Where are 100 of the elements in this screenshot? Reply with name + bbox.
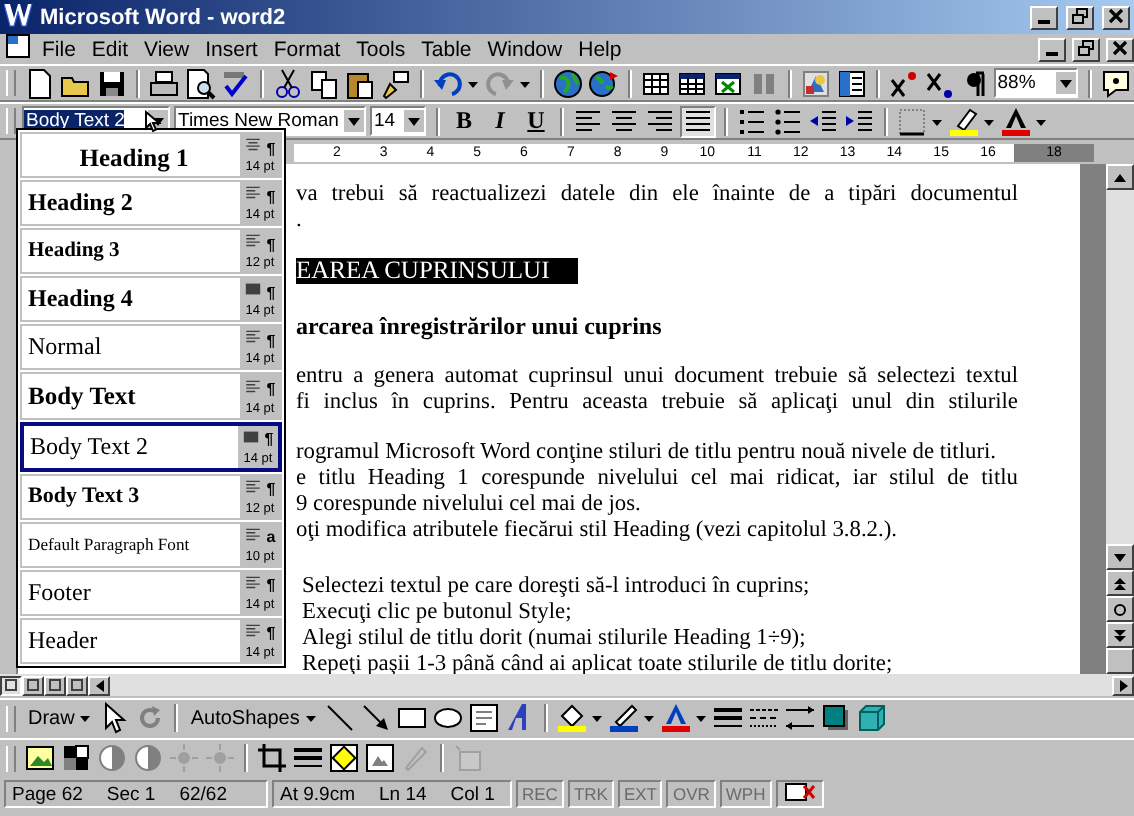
text-box-button[interactable] [467,702,500,734]
menu-item[interactable]: Window [481,37,569,61]
print-button[interactable] [147,67,180,99]
minimize-icon [1046,51,1058,55]
draw-menu-button[interactable]: Draw [22,702,97,734]
format-painter-button[interactable] [379,67,412,99]
fill-color-button[interactable] [555,702,604,734]
menu-item[interactable]: Help [572,37,628,61]
list-item-text: Alegi stilul de titlu dorit (numai stilurile Heading 1÷9); [302,626,808,652]
text-line: oţi modifica atributele fiecărui stil Heading (vezi capitolul 3.8.2.). [296,518,899,544]
border-button[interactable] [896,105,944,137]
document-minimize-button[interactable] [1038,37,1066,61]
shadow-button[interactable] [819,702,852,734]
undo-button[interactable] [431,67,480,99]
document-restore-button[interactable] [1072,37,1100,61]
style-name: Body Text [26,379,138,414]
font-color-button[interactable] [1000,105,1048,137]
more-contrast-button[interactable] [96,742,128,774]
vertical-scrollbar[interactable] [1106,164,1134,674]
oval-button[interactable] [431,702,464,734]
print-preview-button[interactable] [183,67,216,99]
format-picture-button[interactable] [364,742,396,774]
web-layout-button[interactable] [22,675,44,695]
arrow-style-button[interactable] [783,702,816,734]
numbering-button[interactable] [736,105,768,137]
menu-item[interactable]: Tools [350,37,412,61]
menu-item[interactable]: File [36,37,82,61]
help-button[interactable] [1100,67,1132,99]
new-document-button[interactable] [23,67,56,99]
align-left-button[interactable] [572,105,604,137]
text-line: rogramul Microsoft Word conţine stiluri de titlu pentru nouă nivele de titluri. [296,440,999,466]
crop-button[interactable] [256,742,288,774]
restore-button[interactable] [1066,5,1094,29]
style-name: Heading 2 [26,186,135,221]
text-wrapping-button[interactable] [328,742,360,774]
minimize-button[interactable] [1030,5,1058,29]
style-name: Heading 3 [26,238,122,267]
subscript-button[interactable] [923,67,956,99]
highlight-button[interactable] [948,105,996,137]
style-name: Body Text 3 [26,482,142,513]
superscript-button[interactable] [887,67,920,99]
insert-picture-button[interactable] [24,742,56,774]
document-close-button[interactable] [1106,37,1134,61]
tables-and-borders-button[interactable] [639,67,672,99]
font-color-button[interactable] [659,702,708,734]
outline-view-button[interactable] [66,675,88,695]
decrease-indent-button[interactable] [808,105,840,137]
style-type-mark: ¶ [264,430,274,449]
paste-button[interactable] [343,67,376,99]
menu-item[interactable]: View [138,37,196,61]
caret-icon [80,713,91,723]
copy-button[interactable] [307,67,340,99]
style-name: Normal [26,330,104,365]
image-control-button[interactable] [60,742,92,774]
menu-item[interactable]: Table [415,37,478,61]
print-layout-button[interactable] [44,675,66,695]
insert-worksheet-button[interactable] [711,67,744,99]
spelling-button[interactable] [219,67,252,99]
line-color-button[interactable] [607,702,656,734]
arrow-button[interactable] [359,702,392,734]
list-item-text: Execuţi clic pe butonul Style; [302,600,574,626]
list-item-text: Selectezi textul pe care doreşti să-l introduci în cuprins; [302,574,812,600]
menu-item[interactable]: Format [267,37,347,61]
transparent-color-button[interactable] [400,742,432,774]
underline-button[interactable]: U [520,105,552,137]
close-icon [1108,7,1124,23]
close-button[interactable] [1102,5,1130,29]
drawing-button[interactable] [799,67,832,99]
bullets-button[interactable] [772,105,804,137]
line-button[interactable] [323,702,356,734]
zoom-dropdown[interactable]: 88% [993,68,1078,98]
align-center-button[interactable] [608,105,640,137]
insert-table-button[interactable] [675,67,708,99]
horizontal-scrollbar[interactable] [88,675,1134,695]
window-title: Microsoft Word - word2 [40,5,288,29]
three-d-button[interactable] [855,702,888,734]
text-line: entru a genera automat cuprinsul unui document trebuie să selectezi textul [296,364,1018,390]
circle-icon [1112,601,1128,617]
align-right-button[interactable] [644,105,676,137]
bold-button[interactable]: B [448,105,480,137]
style-type-mark: ¶ [266,187,276,206]
normal-view-button[interactable] [0,675,22,695]
font-size-dropdown[interactable]: 14 [370,106,426,136]
align-justify-button[interactable] [680,105,716,137]
increase-indent-button[interactable] [844,105,876,137]
document-map-button[interactable] [835,67,868,99]
less-contrast-button[interactable] [132,742,164,774]
caret-icon [346,113,362,129]
rectangle-button[interactable] [395,702,428,734]
save-button[interactable] [95,67,128,99]
style-type-mark: ¶ [266,624,276,643]
hyperlink-button[interactable] [551,67,584,99]
text-line: va trebui să reactualizezi datele din ele înainte de a tipări documentul [296,182,1018,208]
menu-item[interactable]: Insert [199,37,264,61]
cut-button[interactable] [271,67,304,99]
menu-item[interactable]: Edit [85,37,135,61]
scroll-button[interactable] [1106,648,1134,674]
web-toolbar-button[interactable] [587,67,620,99]
autoshapes-menu-button[interactable]: AutoShapes [184,702,322,734]
italic-button[interactable]: I [484,105,516,137]
